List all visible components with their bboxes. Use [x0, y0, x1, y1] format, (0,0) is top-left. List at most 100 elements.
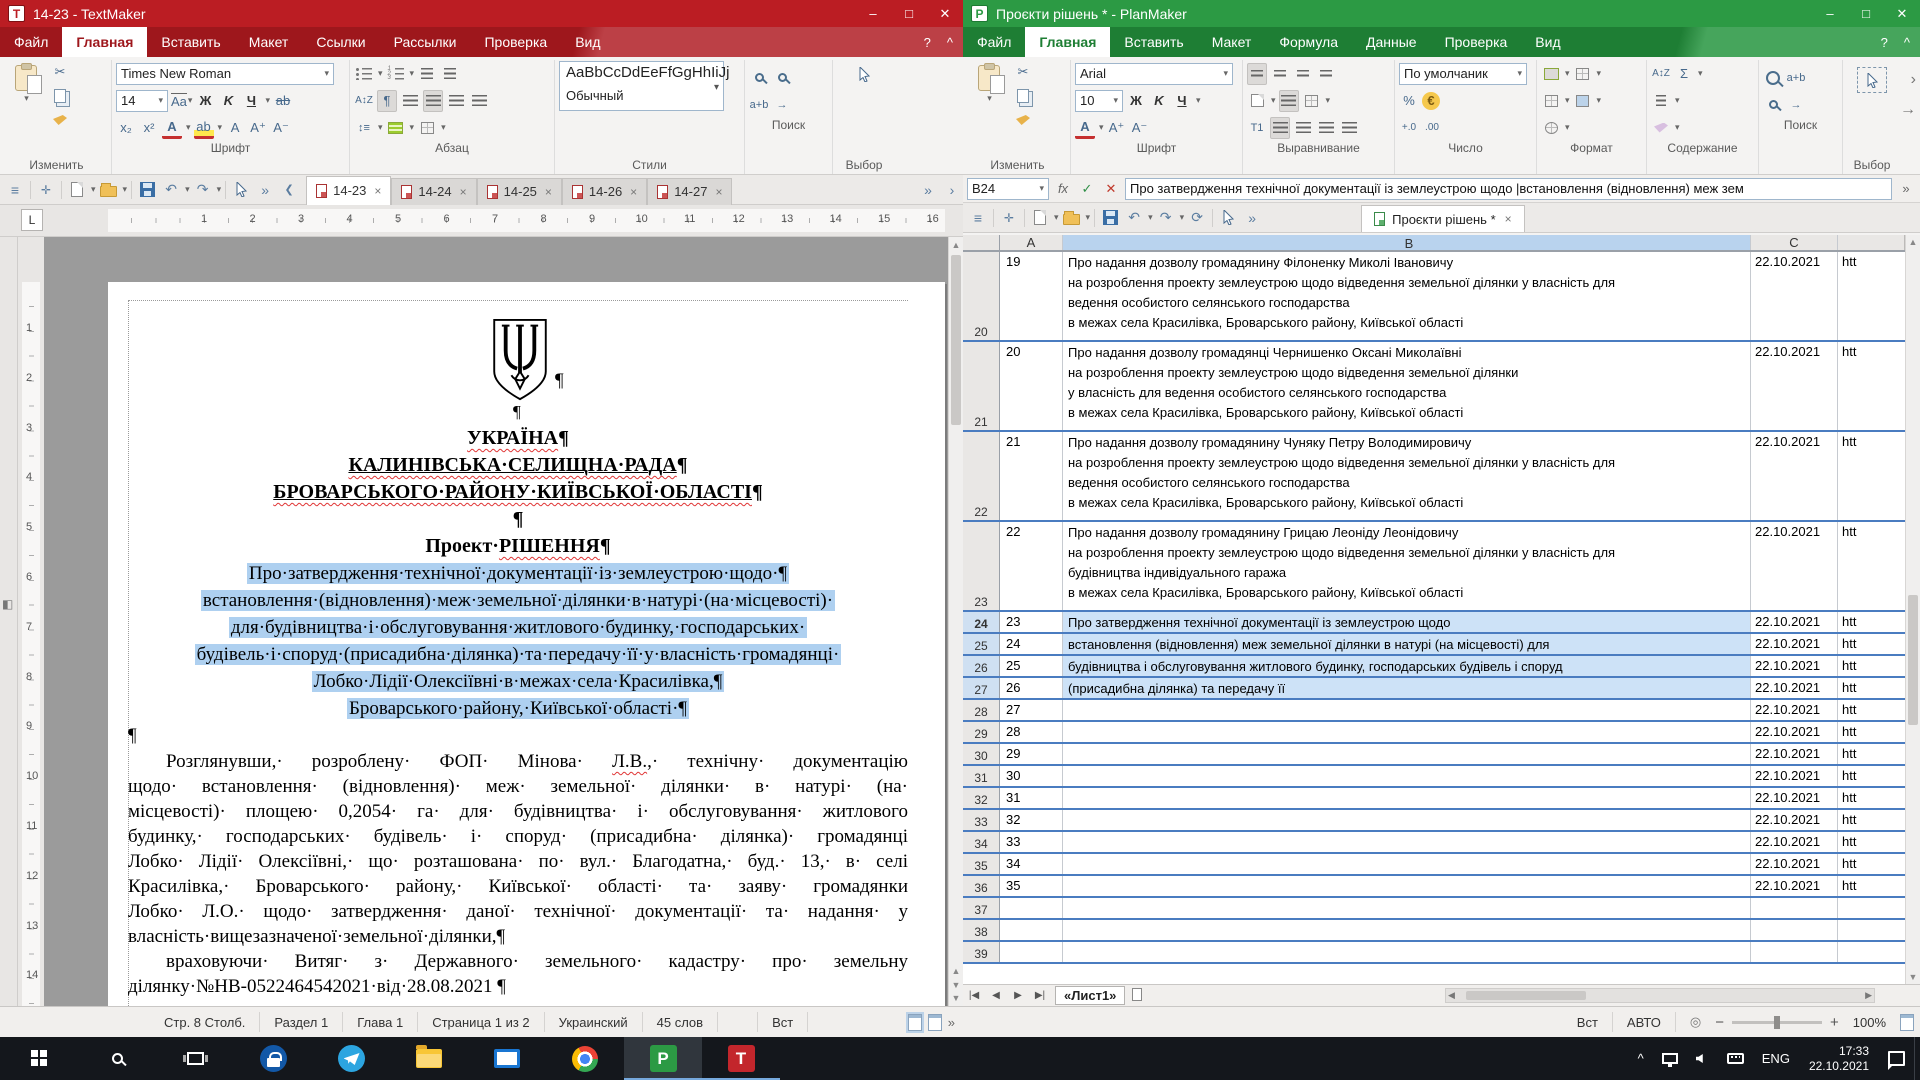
menu-tab-Вставить[interactable]: Вставить — [1110, 27, 1197, 57]
taskbar-lock-app-button[interactable] — [234, 1037, 312, 1080]
search-again-button[interactable] — [1763, 94, 1783, 116]
menu-tab-Вид[interactable]: Вид — [1521, 27, 1574, 57]
wrap-text-button[interactable] — [1279, 90, 1299, 112]
menu-tab-Файл[interactable]: Файл — [0, 27, 62, 57]
goto-button[interactable]: → — [772, 94, 792, 116]
copy-button[interactable] — [50, 85, 70, 107]
cell-A[interactable]: 22 — [1000, 522, 1063, 610]
row-header[interactable]: 38 — [963, 920, 1000, 940]
cell-C[interactable]: 22.10.2021 — [1751, 252, 1838, 340]
scroll-left-icon[interactable]: ◀ — [1448, 990, 1455, 1001]
cell-B[interactable] — [1063, 920, 1751, 940]
cell-C[interactable]: 22.10.2021 — [1751, 656, 1838, 676]
cell-style-button[interactable] — [1573, 63, 1593, 85]
cell-D[interactable]: htt — [1838, 810, 1905, 830]
align-justify-button[interactable] — [1339, 117, 1359, 139]
row-header[interactable]: 25 — [963, 634, 1000, 654]
row-header[interactable]: 34 — [963, 832, 1000, 852]
format-painter-button[interactable] — [1013, 109, 1033, 131]
row-header[interactable]: 24 — [963, 612, 1000, 632]
cell-A[interactable] — [1000, 898, 1063, 918]
row-header[interactable]: 33 — [963, 810, 1000, 830]
cut-button[interactable]: ✂ — [1013, 61, 1033, 83]
row-header[interactable]: 27 — [963, 678, 1000, 698]
vertical-scrollbar[interactable]: ▲ ▲ ▼ ▼ — [948, 237, 963, 1006]
row-header[interactable]: 35 — [963, 854, 1000, 874]
cell-D[interactable]: htt — [1838, 766, 1905, 786]
cell-A[interactable]: 25 — [1000, 656, 1063, 676]
cell-D[interactable] — [1838, 942, 1905, 962]
horizontal-ruler[interactable]: L 12345678910111213141516 — [0, 205, 963, 237]
font-name-select[interactable]: Times New Roman▾ — [116, 63, 334, 85]
row-header[interactable]: 28 — [963, 700, 1000, 720]
number-format-select[interactable]: По умолчаник▾ — [1399, 63, 1527, 85]
underline-button[interactable]: Ч — [1172, 90, 1192, 112]
grow-font-button[interactable]: A⁺ — [248, 117, 268, 139]
scrollbar-thumb[interactable] — [1466, 991, 1586, 1000]
cell-D[interactable]: htt — [1838, 876, 1905, 896]
action-center-button[interactable] — [1879, 1037, 1914, 1080]
paste-button[interactable]: ▾ — [969, 61, 1009, 104]
cell-D[interactable] — [1838, 920, 1905, 940]
conditional-format-button[interactable] — [1541, 117, 1561, 139]
menu-tab-Данные[interactable]: Данные — [1352, 27, 1431, 57]
tab-stop-selector[interactable]: L — [21, 209, 43, 231]
ribbon-scroll-right-button[interactable]: › — [1911, 71, 1916, 89]
collapse-ribbon-button[interactable]: ^ — [947, 35, 953, 50]
document-tab-14-24[interactable]: 14-24× — [391, 178, 476, 205]
replace-button[interactable]: a+b — [1786, 67, 1806, 89]
cell-A[interactable]: 21 — [1000, 432, 1063, 520]
cell-B[interactable] — [1063, 898, 1751, 918]
percent-format-button[interactable]: % — [1399, 90, 1419, 112]
cell-C[interactable] — [1751, 942, 1838, 962]
language-indicator[interactable]: ENG — [1753, 1037, 1799, 1080]
change-case-button[interactable]: Aa▾ — [171, 90, 192, 112]
document-text[interactable]: УКРАЇНА¶КАЛИНІВСЬКА·СЕЛИЩНА·РАДА¶БРОВАРС… — [128, 425, 908, 999]
new-document-button[interactable] — [66, 178, 88, 202]
prev-sheet-button[interactable]: ◀ — [985, 990, 1007, 1001]
strikethrough-button[interactable]: ab — [273, 90, 293, 112]
page-view-alt-icon[interactable] — [928, 1014, 942, 1031]
first-sheet-button[interactable]: |◀ — [963, 990, 985, 1001]
row-header[interactable]: 39 — [963, 942, 1000, 962]
cell-C[interactable]: 22.10.2021 — [1751, 766, 1838, 786]
menu-tab-Макет[interactable]: Макет — [235, 27, 303, 57]
formula-overflow-button[interactable]: » — [1896, 181, 1916, 196]
fill-cells-button[interactable] — [1651, 90, 1671, 112]
workbook-tab[interactable]: Проєкти рішень * × — [1361, 205, 1525, 232]
document-page[interactable]: ¶ ¶ УКРАЇНА¶КАЛИНІВСЬКА·СЕЛИЩНА·РАДА¶БРО… — [108, 282, 945, 1006]
confirm-entry-button[interactable]: ✓ — [1077, 181, 1097, 197]
cell-A[interactable]: 20 — [1000, 342, 1063, 430]
menu-tab-Главная[interactable]: Главная — [62, 27, 147, 57]
numbered-list-button[interactable]: 123 — [386, 63, 406, 85]
cell-B[interactable] — [1063, 788, 1751, 808]
insert-function-button[interactable]: fx — [1053, 181, 1073, 196]
save-button[interactable] — [1099, 206, 1121, 230]
align-right-button[interactable] — [1316, 117, 1336, 139]
cell-B[interactable]: Про надання дозволу громадянину Чуняку П… — [1063, 432, 1751, 520]
row-header[interactable]: 36 — [963, 876, 1000, 896]
align-center-button[interactable] — [423, 90, 443, 112]
sort-filter-button[interactable]: A↕Z — [1651, 63, 1671, 85]
currency-format-button[interactable]: € — [1422, 92, 1440, 110]
undo-button[interactable]: ↶ — [1123, 206, 1145, 230]
column-header-A[interactable]: A — [1000, 235, 1063, 250]
cell-C[interactable]: 22.10.2021 — [1751, 342, 1838, 430]
cell-C[interactable]: 22.10.2021 — [1751, 722, 1838, 742]
cell-B[interactable]: будівництва і обслуговування житлового б… — [1063, 656, 1751, 676]
cell-name-box[interactable]: B24▾ — [967, 178, 1049, 200]
shading-button[interactable] — [386, 117, 406, 139]
cell-D[interactable]: htt — [1838, 252, 1905, 340]
rotate-text-button[interactable]: Т1 — [1247, 117, 1267, 139]
grid-corner[interactable] — [963, 235, 1000, 250]
close-tab-icon[interactable]: × — [715, 185, 722, 199]
grow-font-button[interactable]: A⁺ — [1107, 117, 1127, 139]
align-bottom-button[interactable] — [1293, 63, 1313, 85]
menu-tab-Проверка[interactable]: Проверка — [1431, 27, 1522, 57]
scroll-down-icon[interactable]: ▼ — [949, 993, 963, 1003]
cell-A[interactable]: 23 — [1000, 612, 1063, 632]
cell-C[interactable] — [1751, 898, 1838, 918]
cell-D[interactable]: htt — [1838, 522, 1905, 610]
cell-B[interactable]: Про надання дозволу громадянину Філоненк… — [1063, 252, 1751, 340]
help-button[interactable]: ? — [924, 35, 931, 50]
